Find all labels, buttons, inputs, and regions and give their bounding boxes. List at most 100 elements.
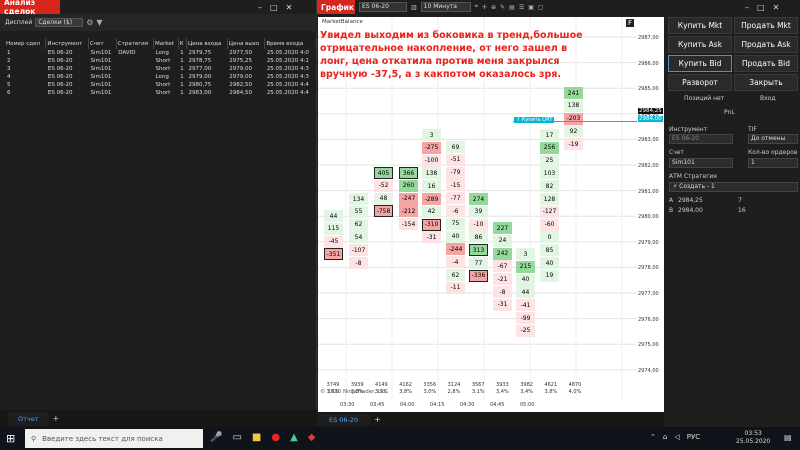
- folder-icon[interactable]: ■: [252, 432, 261, 443]
- task-view-icon[interactable]: ▭: [232, 432, 241, 443]
- save-icon[interactable]: ▣: [528, 4, 534, 11]
- reverse-button[interactable]: Разворот: [668, 74, 732, 91]
- app-icon[interactable]: ▲: [290, 432, 298, 443]
- table-cell: [116, 57, 153, 65]
- footprint-cell: -247: [399, 192, 418, 205]
- table-row[interactable]: 6 ES 06-20 Sim101 Short 1 2983,00 2984,50 25.05…: [5, 89, 317, 97]
- chart-type-icon[interactable]: ▥: [411, 4, 417, 11]
- panel-icon[interactable]: ▢: [538, 4, 544, 11]
- display-select-value: Сделки ($): [38, 19, 73, 26]
- sell-ask-button[interactable]: Продать Ask: [734, 36, 798, 53]
- footprint-cell: -127: [540, 205, 559, 218]
- footprint-cell: -107: [349, 244, 368, 257]
- crosshair-icon[interactable]: ✛: [482, 4, 487, 11]
- footprint-cell: 48: [374, 192, 393, 205]
- account-select[interactable]: Sim101: [669, 158, 733, 168]
- time-axis-label: 04:45: [490, 402, 505, 408]
- column-header[interactable]: Стратегия: [116, 38, 155, 49]
- table-row[interactable]: 1 ES 06-20 Sim101 DAVID Long 1 2979,75 2977,50 2…: [5, 49, 317, 57]
- table-cell: 2979,75: [188, 50, 212, 56]
- table-row[interactable]: 2 ES 06-20 Sim101 Short 1 2978,75 2975,25 25.05…: [5, 57, 317, 65]
- column-header[interactable]: Счет: [88, 38, 117, 49]
- yandex-icon[interactable]: ●: [271, 432, 280, 443]
- notifications-icon[interactable]: ▤: [784, 433, 792, 442]
- order-label[interactable]: ↑ Купить LMT: [514, 117, 555, 123]
- footprint-cell: 54: [349, 231, 368, 244]
- column-header[interactable]: Инструмент: [45, 38, 89, 49]
- table-cell: ES 06-20: [47, 82, 73, 88]
- price-axis-label: 2983,00: [638, 137, 659, 144]
- minimize-icon[interactable]: –: [258, 3, 262, 12]
- volume-cell: 3933 3,4%: [491, 382, 513, 396]
- atm-select[interactable]: ⚡ Создать - 1: [669, 182, 798, 192]
- minimize-icon[interactable]: –: [745, 3, 749, 12]
- time-axis: 03:30 03:45 04:00 04:15 04:30 04:45 05:00: [318, 400, 664, 412]
- footprint-cell: -758: [374, 205, 393, 218]
- close-icon[interactable]: ✕: [773, 3, 780, 12]
- filter-icon[interactable]: ▼: [96, 18, 102, 27]
- chart-f-button[interactable]: F: [626, 19, 635, 27]
- footprint-cell: 25: [540, 154, 559, 167]
- tray-icon[interactable]: ⌃: [650, 433, 656, 441]
- table-cell: 1: [180, 50, 184, 56]
- instrument-field[interactable]: ES 06-20: [669, 134, 733, 144]
- close-button[interactable]: Закрыть: [734, 74, 798, 91]
- price-axis-label: 2978,00: [638, 265, 659, 272]
- template-icon[interactable]: ▤: [509, 4, 515, 11]
- ask-qty: 7: [738, 197, 742, 204]
- column-header[interactable]: Время входа: [264, 38, 317, 49]
- column-header[interactable]: Market: [153, 38, 179, 49]
- table-cell: 2979,00: [229, 66, 252, 72]
- report-tab[interactable]: Отчет: [8, 411, 49, 426]
- footprint-cell: -45: [324, 235, 343, 248]
- volume-icon[interactable]: ◁: [674, 433, 679, 441]
- mic-icon[interactable]: 🎤: [210, 432, 222, 443]
- table-cell: 25.05.2020 4:3: [266, 74, 309, 80]
- chart-tab[interactable]: ES 06-20: [317, 413, 371, 426]
- add-chart-tab-button[interactable]: +: [370, 415, 385, 424]
- maximize-icon[interactable]: □: [270, 3, 278, 12]
- column-header[interactable]: Номер сдел: [5, 38, 47, 49]
- footprint-cell: -60: [540, 218, 559, 231]
- draw-icon[interactable]: ✎: [500, 4, 505, 11]
- volume-percent: 3,8%: [544, 389, 558, 395]
- table-cell: Long: [155, 74, 169, 80]
- table-cell: [116, 73, 153, 81]
- taskbar-search[interactable]: ⚲ Введите здесь текст для поиска: [25, 429, 203, 448]
- column-header[interactable]: Цена выхо: [227, 38, 266, 49]
- price-axis-label: 2987,00: [638, 35, 659, 41]
- buy-bid-button[interactable]: Купить Bid: [668, 55, 732, 72]
- language-indicator[interactable]: РУС: [687, 433, 700, 441]
- trade-analysis-window: Анализ сделок Дисплей Сделки ($) ⚙ ▼ Ном…: [0, 0, 317, 427]
- close-icon[interactable]: ✕: [286, 3, 293, 12]
- sell-bid-button[interactable]: Продать Bid: [734, 55, 798, 72]
- price-axis-label: 2975,00: [638, 342, 659, 349]
- table-row[interactable]: 5 ES 06-20 Sim101 Short 1 2980,75 2982,50 25.05…: [5, 81, 317, 89]
- add-tab-button[interactable]: +: [49, 414, 64, 423]
- settings-icon[interactable]: ⚙: [86, 18, 93, 27]
- chart-area[interactable]: MarketBalance F Увидел выходим из бокови…: [318, 17, 637, 400]
- network-icon[interactable]: ⌂: [663, 433, 667, 441]
- qty-stepper[interactable]: 1: [748, 158, 798, 168]
- tif-label: TIF: [748, 126, 757, 133]
- instrument-select[interactable]: ES 06-20: [359, 2, 407, 12]
- sell-market-button[interactable]: Продать Mkt: [734, 17, 798, 34]
- tif-select[interactable]: До отмены: [748, 134, 798, 144]
- list-icon[interactable]: ☰: [519, 4, 524, 11]
- buy-ask-button[interactable]: Купить Ask: [668, 36, 732, 53]
- zoom-icon[interactable]: ⊕: [491, 4, 496, 11]
- table-row[interactable]: 4 ES 06-20 Sim101 Long 1 2979,00 2979,00 25.05.…: [5, 73, 317, 81]
- start-button[interactable]: ⊞: [6, 432, 15, 445]
- table-row[interactable]: 3 ES 06-20 Sim101 Short 1 2977,00 2979,00 25.05…: [5, 65, 317, 73]
- display-select[interactable]: Сделки ($): [35, 18, 84, 27]
- clock[interactable]: 03:53 25.05.2020: [736, 430, 770, 446]
- ninjatrader-icon[interactable]: ◆: [308, 432, 316, 443]
- pointer-icon[interactable]: ⌖: [475, 3, 478, 11]
- maximize-icon[interactable]: □: [757, 3, 765, 12]
- table-cell: 2975,25: [229, 58, 252, 64]
- column-header[interactable]: К: [178, 38, 187, 49]
- volume-value: 3124: [447, 382, 461, 388]
- buy-market-button[interactable]: Купить Mkt: [668, 17, 732, 34]
- interval-select[interactable]: 10 Минута: [420, 2, 471, 12]
- column-header[interactable]: Цена входа: [186, 38, 228, 49]
